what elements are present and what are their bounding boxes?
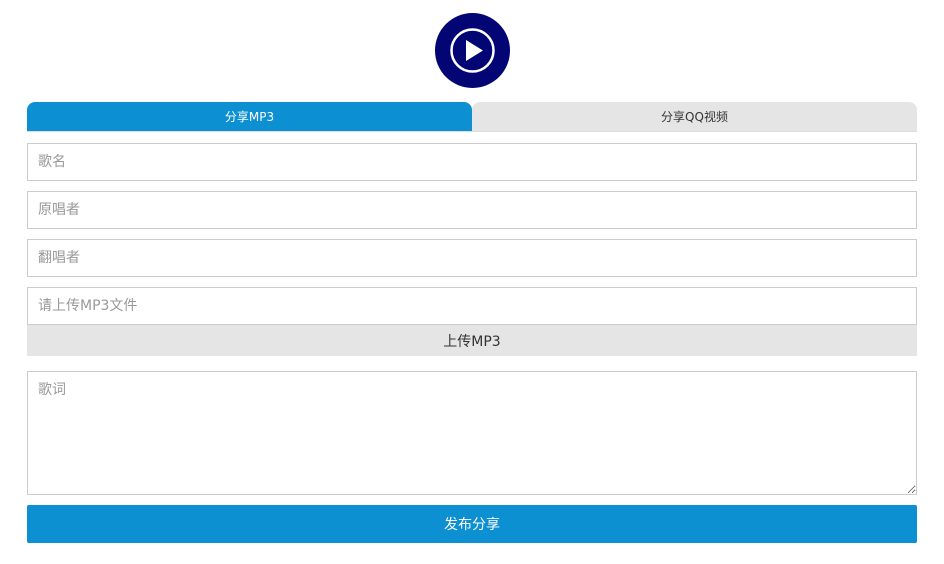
mp3-file-input[interactable] [27, 287, 917, 325]
cover-singer-input[interactable] [27, 239, 917, 277]
play-circle-icon [435, 13, 510, 88]
share-tabs: 分享MP3 分享QQ视频 [27, 102, 917, 132]
lyrics-textarea[interactable] [27, 371, 917, 495]
publish-share-button[interactable]: 发布分享 [27, 505, 917, 543]
tab-share-mp3[interactable]: 分享MP3 [27, 102, 472, 131]
song-name-input[interactable] [27, 143, 917, 181]
share-page: 分享MP3 分享QQ视频 上传MP3 发布分享 [0, 0, 944, 564]
tab-share-qq-video[interactable]: 分享QQ视频 [472, 102, 917, 131]
original-singer-input[interactable] [27, 191, 917, 229]
upload-mp3-button[interactable]: 上传MP3 [27, 325, 917, 356]
